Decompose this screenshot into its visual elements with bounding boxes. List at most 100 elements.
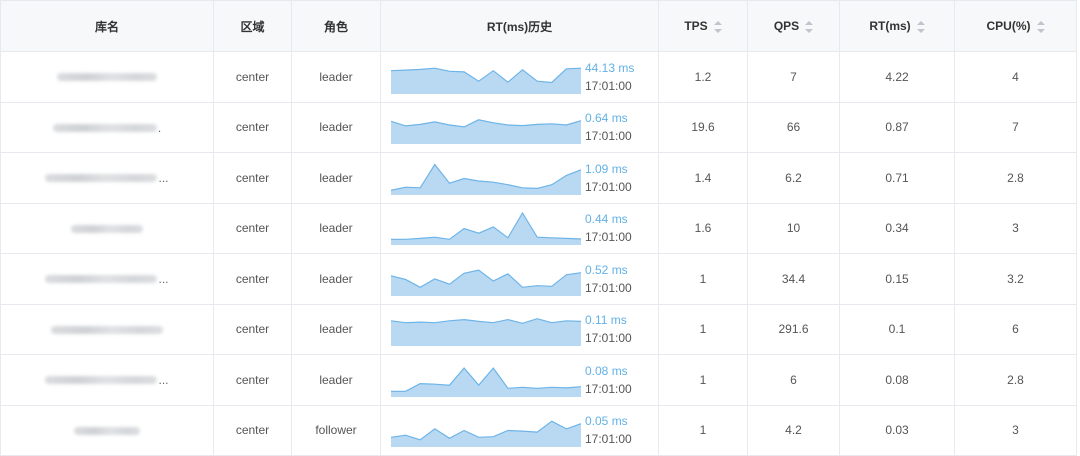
role-cell: leader [291, 202, 381, 254]
db-name-cell[interactable]: ... [0, 354, 214, 406]
db-name-redacted [73, 426, 140, 435]
rt-latest-value: 0.52 ms [585, 262, 628, 277]
db-name-cell[interactable]: ... [0, 253, 214, 305]
sort-icon[interactable] [805, 20, 814, 33]
db-name-cell[interactable]: . [0, 101, 214, 153]
rt-history-cell: 0.05 ms 17:01:00 [380, 404, 659, 456]
qps-cell: 7 [747, 51, 840, 103]
rt-history-cell: 44.13 ms 17:01:00 [380, 51, 659, 103]
rt-cell: 0.1 [839, 303, 955, 355]
rt-latest-value: 1.09 ms [585, 161, 628, 176]
column-header-label: RT(ms) [869, 19, 911, 33]
tps-cell: 19.6 [658, 101, 748, 153]
rt-latest-value: 0.44 ms [585, 212, 628, 227]
table-row[interactable]: ... center leader 0.52 ms 17:01:00 1 34.4 0.15 3… [0, 253, 1077, 305]
db-name-ellipsis: ... [158, 272, 169, 287]
rt-latest-time: 17:01:00 [585, 78, 632, 93]
rt-history-cell: 0.52 ms 17:01:00 [380, 253, 659, 305]
db-name-ellipsis: . [157, 120, 162, 135]
db-name-redacted [50, 325, 163, 334]
rt-latest-time: 17:01:00 [585, 129, 632, 144]
db-name-redacted [45, 174, 158, 183]
qps-cell: 6.2 [747, 152, 840, 204]
column-header-label: 库名 [94, 19, 119, 34]
column-header-cpu[interactable]: CPU(%) [954, 0, 1077, 52]
rt-latest-value: 44.13 ms [585, 60, 635, 75]
rt-cell: 0.34 [839, 202, 955, 254]
table-row[interactable]: ... center leader 1.09 ms 17:01:00 1.4 6.2 0.71… [0, 152, 1077, 204]
column-header-label: 角色 [323, 19, 348, 34]
table-row[interactable]: center leader 0.44 ms 17:01:00 1.6 10 0.34 3 [0, 202, 1077, 254]
region-cell: center [213, 354, 292, 406]
tps-cell: 1 [658, 253, 748, 305]
sort-icon[interactable] [1036, 20, 1045, 33]
rt-sparkline [391, 366, 581, 397]
role-cell: leader [291, 354, 381, 406]
sparkline-area [391, 269, 581, 296]
rt-sparkline [391, 318, 581, 347]
column-header-label: QPS [773, 19, 800, 33]
db-name-redacted [56, 73, 157, 82]
rt-latest-time: 17:01:00 [585, 432, 632, 447]
sort-icon[interactable] [713, 20, 722, 33]
table-row[interactable]: center leader 0.11 ms 17:01:00 1 291.6 0.1 6 [0, 303, 1077, 355]
cpu-cell: 3 [954, 202, 1077, 254]
role-cell: leader [291, 303, 381, 355]
db-name-redacted [70, 224, 143, 233]
table-row[interactable]: center leader 44.13 ms 17:01:00 1.2 7 4.22 4 [0, 51, 1077, 103]
role-cell: follower [291, 404, 381, 456]
rt-cell: 0.71 [839, 152, 955, 204]
column-header-rt[interactable]: RT(ms) [839, 0, 955, 52]
db-name-ellipsis: ... [158, 171, 169, 186]
tps-cell: 1.4 [658, 152, 748, 204]
database-table: 库名 区域 角色 RT(ms)历史 TPS QPS RT(ms) CPU(%) … [0, 0, 1077, 456]
db-name-cell[interactable] [0, 303, 214, 355]
table-row[interactable]: . center leader 0.64 ms 17:01:00 19.6 66 0.87 7 [0, 101, 1077, 153]
db-name-redacted [45, 376, 158, 385]
role-cell: leader [291, 101, 381, 153]
rt-history-cell: 1.09 ms 17:01:00 [380, 152, 659, 204]
tps-cell: 1.6 [658, 202, 748, 254]
rt-cell: 4.22 [839, 51, 955, 103]
column-header-qps[interactable]: QPS [747, 0, 840, 52]
rt-latest-value: 0.64 ms [585, 111, 628, 126]
rt-latest-value: 0.05 ms [585, 414, 628, 429]
rt-history-cell: 0.11 ms 17:01:00 [380, 303, 659, 355]
rt-latest-time: 17:01:00 [585, 280, 632, 295]
db-name-cell[interactable] [0, 51, 214, 103]
tps-cell: 1 [658, 303, 748, 355]
db-name-cell[interactable] [0, 202, 214, 254]
cpu-cell: 2.8 [954, 152, 1077, 204]
role-cell: leader [291, 152, 381, 204]
column-header-region: 区域 [213, 0, 292, 52]
role-cell: leader [291, 51, 381, 103]
column-header-tps[interactable]: TPS [658, 0, 748, 52]
rt-cell: 0.03 [839, 404, 955, 456]
rt-history-cell: 0.44 ms 17:01:00 [380, 202, 659, 254]
role-cell: leader [291, 253, 381, 305]
db-name-cell[interactable]: ... [0, 152, 214, 204]
column-header-rt-history: RT(ms)历史 [380, 0, 659, 52]
rt-latest-time: 17:01:00 [585, 230, 632, 245]
db-name-cell[interactable] [0, 404, 214, 456]
db-name-redacted [45, 275, 158, 284]
region-cell: center [213, 303, 292, 355]
rt-latest-time: 17:01:00 [585, 179, 632, 194]
region-cell: center [213, 152, 292, 204]
sparkline-area [391, 367, 581, 397]
rt-cell: 0.15 [839, 253, 955, 305]
table-body: center leader 44.13 ms 17:01:00 1.2 7 4.22 4. ce… [0, 51, 1077, 456]
sparkline-area [391, 213, 581, 246]
column-header-name: 库名 [0, 0, 214, 52]
qps-cell: 34.4 [747, 253, 840, 305]
rt-sparkline [391, 67, 581, 94]
db-name-ellipsis: ... [158, 373, 169, 388]
qps-cell: 291.6 [747, 303, 840, 355]
qps-cell: 66 [747, 101, 840, 153]
sort-icon[interactable] [916, 20, 925, 33]
qps-cell: 6 [747, 354, 840, 406]
rt-sparkline [391, 420, 581, 448]
table-row[interactable]: center follower 0.05 ms 17:01:00 1 4.2 0.03 3 [0, 404, 1077, 456]
table-row[interactable]: ... center leader 0.08 ms 17:01:00 1 6 0.08 2.8 [0, 354, 1077, 406]
table-header-row: 库名 区域 角色 RT(ms)历史 TPS QPS RT(ms) CPU(%) [0, 0, 1077, 52]
